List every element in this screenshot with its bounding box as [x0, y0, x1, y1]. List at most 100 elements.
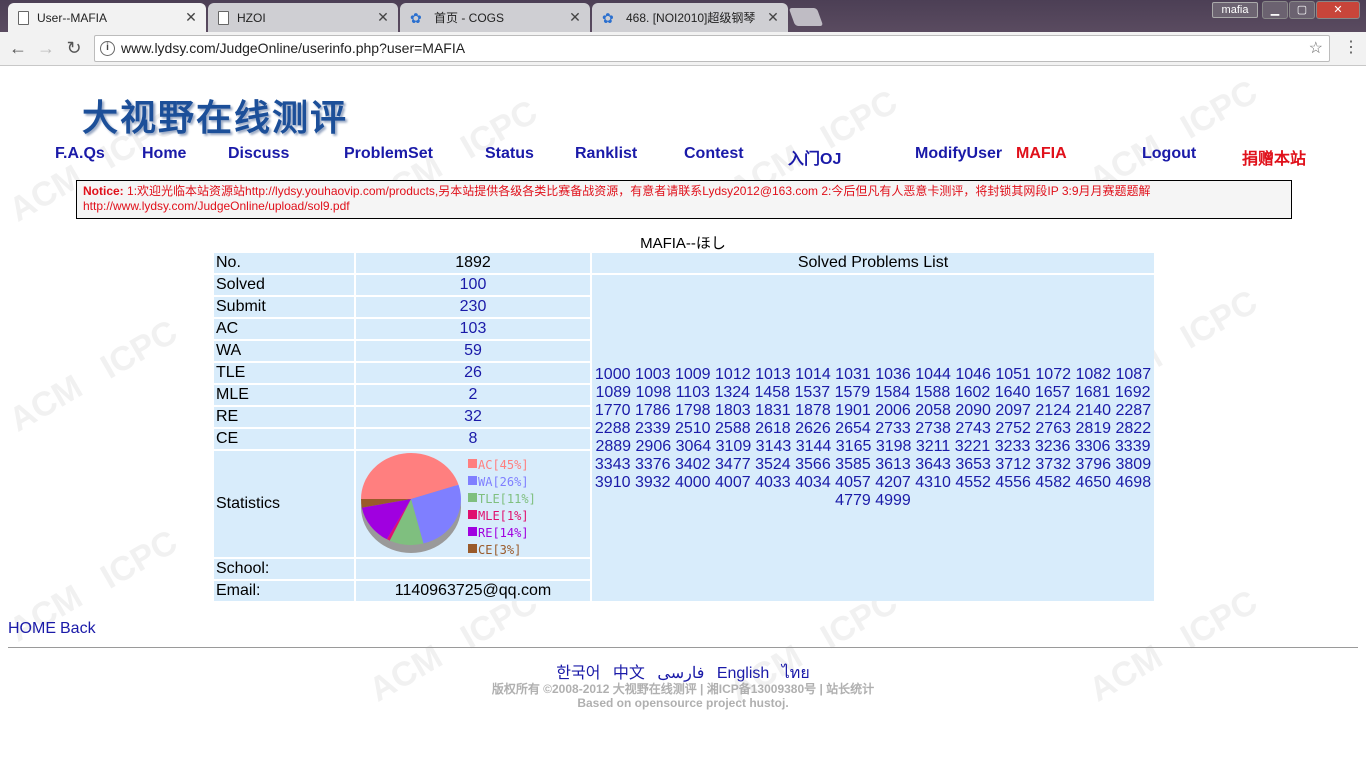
solved-problem-link[interactable]: 3376 [635, 456, 671, 473]
maximize-button[interactable]: ▢ [1289, 1, 1315, 19]
tab-user-mafia[interactable]: User--MAFIA ✕ [8, 3, 206, 32]
solved-problem-link[interactable]: 3221 [955, 438, 991, 455]
solved-problem-link[interactable]: 4007 [715, 474, 751, 491]
solved-problem-link[interactable]: 1046 [955, 366, 991, 383]
solved-problem-link[interactable]: 2822 [1116, 420, 1152, 437]
solved-problem-link[interactable]: 3796 [1075, 456, 1111, 473]
solved-problem-link[interactable]: 3653 [955, 456, 991, 473]
solved-problem-link[interactable]: 1458 [754, 384, 790, 401]
solved-problem-link[interactable]: 3910 [595, 474, 631, 491]
solved-problem-link[interactable]: 1640 [995, 384, 1031, 401]
solved-problem-link[interactable]: 3165 [836, 438, 872, 455]
solved-problem-link[interactable]: 1770 [595, 402, 631, 419]
solved-problem-link[interactable]: 2090 [955, 402, 991, 419]
solved-problem-link[interactable]: 3198 [876, 438, 912, 455]
solved-problem-link[interactable]: 1324 [714, 384, 750, 401]
solved-problem-link[interactable]: 2339 [635, 420, 671, 437]
address-bar[interactable]: i www.lydsy.com/JudgeOnline/userinfo.php… [94, 35, 1330, 62]
solved-problem-link[interactable]: 3064 [676, 438, 712, 455]
row-value[interactable]: 32 [356, 407, 590, 427]
nav-intro-oj[interactable]: 入门OJ [788, 145, 841, 169]
close-icon[interactable]: ✕ [374, 9, 392, 26]
solved-problem-link[interactable]: 1051 [995, 366, 1031, 383]
info-icon[interactable]: i [100, 41, 115, 56]
solved-problem-link[interactable]: 2124 [1035, 402, 1071, 419]
solved-problem-link[interactable]: 3613 [875, 456, 911, 473]
nav-problemset[interactable]: ProblemSet [344, 145, 433, 163]
solved-problem-link[interactable]: 3809 [1116, 456, 1152, 473]
notice-link[interactable]: http://www.lydsy.com/JudgeOnline/upload/… [83, 199, 350, 213]
back-arrow-icon[interactable]: ← [6, 36, 30, 60]
tab-cogs[interactable]: ✿ 首页 - COGS ✕ [400, 3, 590, 32]
nav-home[interactable]: Home [142, 145, 186, 163]
solved-problem-link[interactable]: 4650 [1075, 474, 1111, 491]
solved-problem-link[interactable]: 1013 [755, 366, 791, 383]
solved-problem-link[interactable]: 4582 [1035, 474, 1071, 491]
solved-problem-link[interactable]: 1798 [675, 402, 711, 419]
solved-problem-link[interactable]: 2763 [1035, 420, 1071, 437]
solved-problem-link[interactable]: 1031 [835, 366, 871, 383]
solved-problem-link[interactable]: 2743 [955, 420, 991, 437]
solved-problem-link[interactable]: 3143 [756, 438, 792, 455]
solved-problem-link[interactable]: 1692 [1115, 384, 1151, 401]
solved-problem-link[interactable]: 3306 [1075, 438, 1111, 455]
menu-icon[interactable]: ⋮ [1343, 36, 1359, 60]
solved-problem-link[interactable]: 3732 [1035, 456, 1071, 473]
solved-problem-link[interactable]: 4310 [915, 474, 951, 491]
nav-donate[interactable]: 捐赠本站 [1242, 145, 1306, 169]
nav-modify-user[interactable]: ModifyUser [915, 145, 1002, 163]
solved-problem-link[interactable]: 3236 [1035, 438, 1071, 455]
solved-problem-link[interactable]: 2618 [755, 420, 791, 437]
row-value[interactable]: 230 [356, 297, 590, 317]
solved-problem-link[interactable]: 3343 [595, 456, 631, 473]
solved-problem-link[interactable]: 3109 [716, 438, 752, 455]
solved-problem-link[interactable]: 3339 [1115, 438, 1151, 455]
back-link[interactable]: Back [60, 620, 96, 637]
solved-problem-link[interactable]: 2906 [636, 438, 672, 455]
solved-problem-link[interactable]: 1036 [875, 366, 911, 383]
solved-problem-link[interactable]: 1089 [595, 384, 631, 401]
site-logo[interactable]: 大视野在线测评 [82, 89, 348, 141]
solved-problem-link[interactable]: 2288 [595, 420, 631, 437]
solved-problem-link[interactable]: 2654 [835, 420, 871, 437]
solved-problem-link[interactable]: 1044 [915, 366, 951, 383]
solved-problem-link[interactable]: 3402 [675, 456, 711, 473]
solved-problem-link[interactable]: 1901 [835, 402, 871, 419]
solved-problem-link[interactable]: 3144 [796, 438, 832, 455]
solved-problem-link[interactable]: 1681 [1075, 384, 1111, 401]
nav-status[interactable]: Status [485, 145, 534, 163]
forward-arrow-icon[interactable]: → [34, 36, 58, 60]
nav-current-user[interactable]: MAFIA [1016, 145, 1067, 163]
solved-problem-link[interactable]: 2733 [875, 420, 911, 437]
solved-problem-link[interactable]: 3211 [916, 438, 950, 455]
solved-problem-link[interactable]: 2058 [915, 402, 951, 419]
nav-logout[interactable]: Logout [1142, 145, 1196, 163]
solved-problem-link[interactable]: 1000 [595, 366, 631, 383]
solved-problem-link[interactable]: 2006 [875, 402, 911, 419]
solved-problem-link[interactable]: 1014 [795, 366, 831, 383]
solved-problem-link[interactable]: 2819 [1075, 420, 1111, 437]
solved-problem-link[interactable]: 2140 [1075, 402, 1111, 419]
close-icon[interactable]: ✕ [182, 9, 200, 26]
solved-problem-link[interactable]: 3566 [795, 456, 831, 473]
minimize-button[interactable]: ▁ [1262, 1, 1288, 19]
solved-problem-link[interactable]: 1579 [835, 384, 871, 401]
nav-faqs[interactable]: F.A.Qs [55, 145, 105, 163]
solved-problem-link[interactable]: 2287 [1116, 402, 1152, 419]
solved-problem-link[interactable]: 2752 [995, 420, 1031, 437]
solved-problem-link[interactable]: 1786 [635, 402, 671, 419]
solved-problem-link[interactable]: 1588 [915, 384, 951, 401]
solved-problem-link[interactable]: 3712 [995, 456, 1031, 473]
solved-problem-link[interactable]: 3643 [915, 456, 951, 473]
reload-icon[interactable]: ↻ [62, 36, 86, 60]
home-link[interactable]: HOME [8, 620, 56, 637]
solved-problem-link[interactable]: 3524 [755, 456, 791, 473]
solved-problem-link[interactable]: 4698 [1116, 474, 1152, 491]
tab-hzoi[interactable]: HZOI ✕ [208, 3, 398, 32]
solved-problem-link[interactable]: 2738 [915, 420, 951, 437]
row-value[interactable]: 59 [356, 341, 590, 361]
solved-problem-link[interactable]: 1657 [1035, 384, 1071, 401]
new-tab-button[interactable] [788, 8, 824, 26]
solved-problem-link[interactable]: 1584 [875, 384, 911, 401]
solved-problem-link[interactable]: 1072 [1035, 366, 1071, 383]
